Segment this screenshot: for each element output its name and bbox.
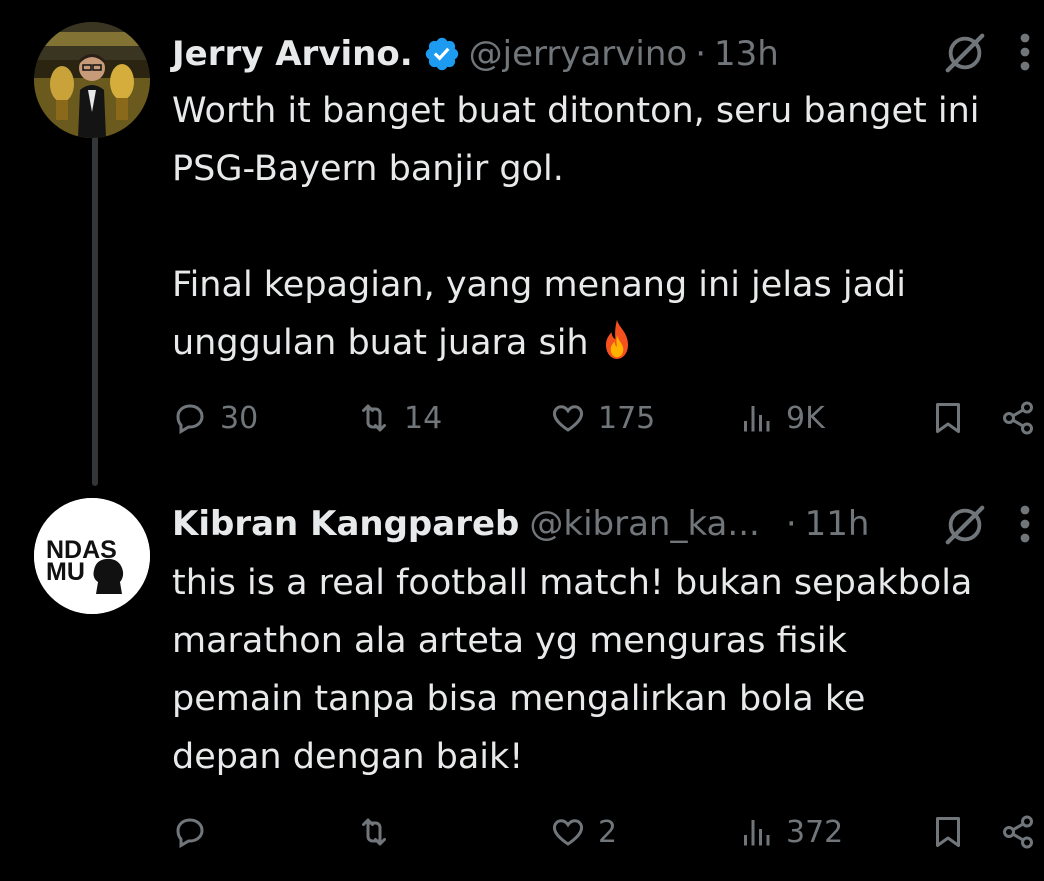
tweet[interactable]: NDAS MU Kibran Kangpareb @kibran_ka... ·… (0, 480, 1044, 881)
fire-emoji (605, 319, 628, 359)
share-icon (1003, 815, 1033, 849)
tweet-text: this is a real football match! bukan sep… (172, 554, 1042, 786)
views-icon (744, 820, 770, 846)
tweet-header: Jerry Arvino. @jerryarvino · 13h (172, 26, 779, 82)
repost-icon (362, 404, 386, 432)
text-line: depan dengan baik! (172, 737, 524, 777)
reply-count: 30 (220, 400, 259, 436)
more-icon[interactable] (1018, 32, 1032, 72)
timestamp[interactable]: 13h (714, 34, 779, 74)
grok-icon[interactable] (942, 30, 988, 76)
share-icon (1003, 401, 1033, 435)
heart-icon (553, 819, 583, 846)
avatar[interactable]: NDAS MU (34, 498, 150, 614)
tweet-actions: 2 372 (172, 807, 1044, 857)
display-name[interactable]: Kibran Kangpareb (172, 504, 519, 544)
reply-icon (176, 818, 204, 849)
user-handle[interactable]: @jerryarvino (469, 34, 688, 74)
bookmark-button[interactable] (930, 393, 966, 443)
like-button[interactable]: 2 (550, 807, 617, 857)
avatar[interactable] (34, 22, 150, 138)
text-line: Final kepagian, yang menang ini jelas ja… (172, 265, 906, 305)
user-handle[interactable]: @kibran_ka... (529, 504, 759, 544)
views-count: 9K (786, 400, 825, 436)
display-name[interactable]: Jerry Arvino. (172, 34, 413, 74)
bookmark-button[interactable] (930, 807, 966, 857)
views-button[interactable]: 9K (738, 393, 825, 443)
text-line: marathon ala arteta yg menguras fisik (172, 621, 847, 661)
tweet-actions: 30 14 175 9K (172, 393, 1044, 443)
like-button[interactable]: 175 (550, 393, 655, 443)
reply-icon (176, 404, 204, 435)
text-line-with-emoji: unggulan buat juara sih (172, 314, 1042, 372)
repost-button[interactable]: 14 (356, 393, 442, 443)
reply-button[interactable] (172, 807, 220, 857)
like-count: 175 (598, 400, 656, 436)
text-line: unggulan buat juara sih (172, 323, 589, 363)
text-line: PSG-Bayern banjir gol. (172, 149, 564, 189)
text-line: this is a real football match! bukan sep… (172, 563, 973, 603)
separator-dot: · (695, 34, 707, 74)
views-icon (744, 406, 770, 432)
separator-dot: · (785, 504, 797, 544)
grok-icon[interactable] (942, 502, 988, 548)
timestamp[interactable]: 11h (805, 504, 870, 544)
repost-button[interactable] (356, 807, 404, 857)
repost-icon (362, 818, 386, 846)
reply-button[interactable]: 30 (172, 393, 258, 443)
tweet-header: Kibran Kangpareb @kibran_ka... · 11h (172, 496, 869, 552)
heart-icon (553, 405, 583, 432)
tweet[interactable]: Jerry Arvino. @jerryarvino · 13h Worth i… (0, 0, 1044, 480)
tweet-text: Worth it banget buat ditonton, seru bang… (172, 82, 1042, 372)
share-button[interactable] (1000, 393, 1036, 443)
repost-count: 14 (404, 400, 443, 436)
text-line: pemain tanpa bisa mengalirkan bola ke (172, 679, 866, 719)
views-button[interactable]: 372 (738, 807, 843, 857)
bookmark-icon (936, 817, 960, 847)
more-icon[interactable] (1018, 504, 1032, 544)
like-count: 2 (598, 814, 618, 850)
views-count: 372 (786, 814, 844, 850)
avatar-text: MU (46, 558, 85, 586)
text-line: Worth it banget buat ditonton, seru bang… (172, 91, 980, 131)
bookmark-icon (936, 403, 960, 433)
share-button[interactable] (1000, 807, 1036, 857)
verified-badge-icon (425, 37, 458, 71)
